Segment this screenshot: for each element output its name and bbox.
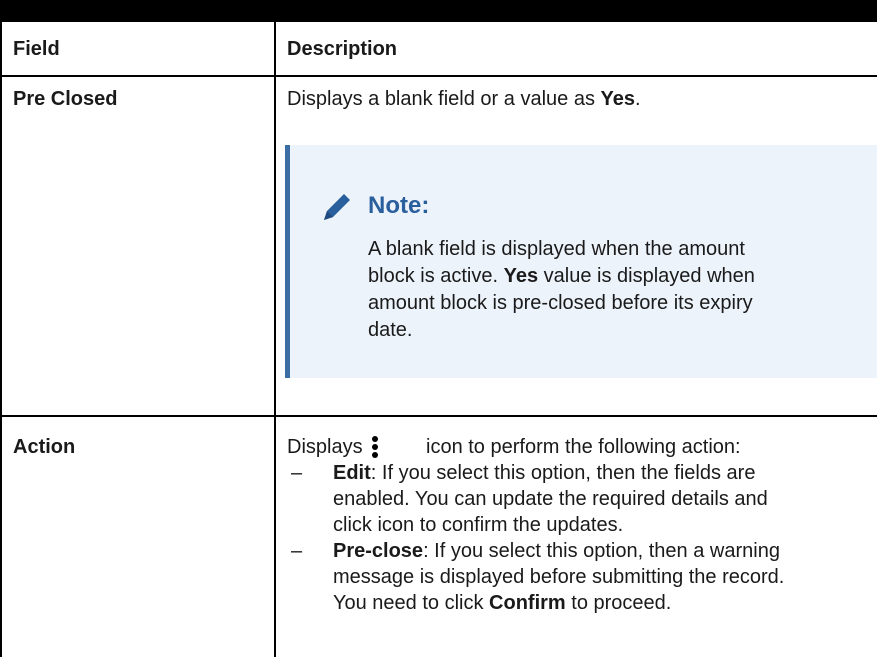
- table-column-divider: [274, 22, 276, 657]
- note-line: date.: [368, 319, 413, 341]
- note-text: block is active.: [368, 265, 504, 287]
- bullet-dash: –: [291, 462, 303, 484]
- bullet-line: click icon to confirm the updates.: [333, 514, 624, 536]
- header-description: Description: [287, 38, 398, 60]
- note-line: A blank field is displayed when the amou…: [368, 238, 745, 260]
- note-text: value is displayed when: [538, 265, 755, 287]
- bullet-line: Edit: If you select this option, then th…: [333, 460, 867, 486]
- note-line: block is active. Yes value is displayed …: [368, 263, 848, 290]
- bullet-line: Pre-close: If you select this option, th…: [333, 538, 867, 564]
- bullet-line: You need to click Confirm to proceed.: [333, 590, 867, 616]
- row-divider: [0, 415, 877, 417]
- field-action: Action: [13, 436, 76, 458]
- bullet-bold: Confirm: [489, 592, 566, 614]
- note-title: Note:: [368, 192, 430, 219]
- pencil-icon: [324, 194, 350, 220]
- description-action-suffix: icon to perform the following action:: [426, 436, 741, 458]
- bullet-text: You need to click: [333, 592, 490, 614]
- bullet-text: : If you select this option, then the fi…: [370, 462, 756, 484]
- desc-suffix: .: [634, 88, 641, 110]
- field-pre-closed: Pre Closed: [13, 88, 118, 110]
- bullet-bold: Pre-close: [333, 540, 424, 562]
- action-bullet-list: – Edit: If you select this option, then …: [287, 460, 867, 616]
- bullet-text: : If you select this option, then a warn…: [423, 540, 780, 562]
- bullet-line: enabled. You can update the required det…: [333, 488, 768, 510]
- table-border-left: [0, 22, 2, 657]
- list-item: – Edit: If you select this option, then …: [287, 460, 867, 538]
- note-bold: Yes: [503, 265, 539, 287]
- desc-bold: Yes: [600, 88, 635, 110]
- top-rule: [0, 0, 877, 22]
- desc-text: Displays a blank field or a value as: [287, 88, 601, 110]
- bullet-dash: –: [291, 540, 303, 562]
- list-item: – Pre-close: If you select this option, …: [287, 538, 867, 616]
- bullet-bold: Edit: [333, 462, 371, 484]
- bullet-text: to proceed.: [565, 592, 672, 614]
- bullet-line: message is displayed before submitting t…: [333, 566, 785, 588]
- description-action-prefix: Displays: [287, 436, 363, 458]
- header-row-divider: [0, 75, 877, 77]
- description-pre-closed: Displays a blank field or a value as Yes…: [287, 86, 641, 112]
- header-field: Field: [13, 38, 60, 60]
- note-line: amount block is pre-closed before its ex…: [368, 292, 753, 314]
- note-body: A blank field is displayed when the amou…: [368, 236, 848, 344]
